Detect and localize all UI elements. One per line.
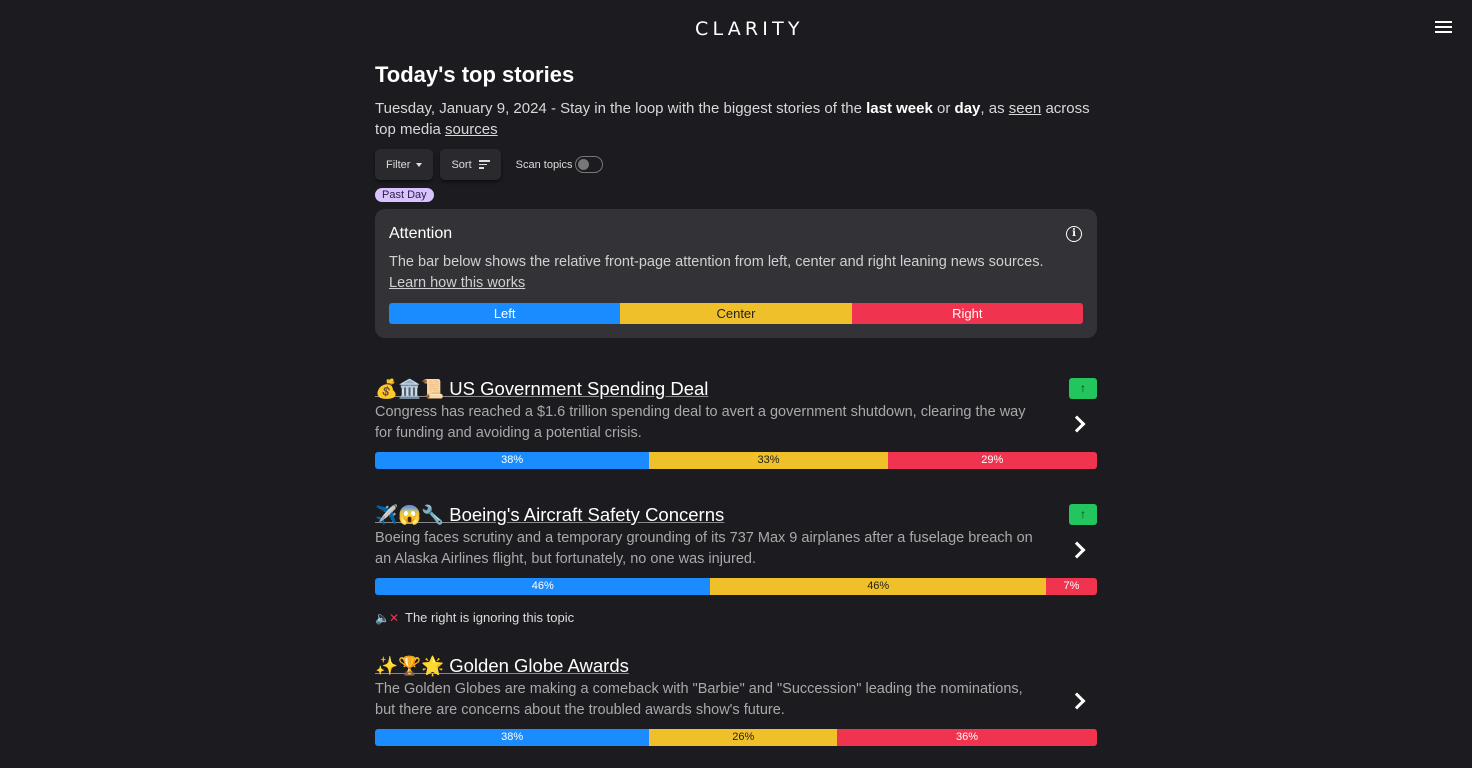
info-icon[interactable]: i: [1066, 226, 1082, 242]
story-title[interactable]: 💰🏛️📜 US Government Spending Deal: [375, 378, 708, 400]
sources-link[interactable]: sources: [445, 121, 498, 138]
attention-title: Attention: [389, 225, 453, 242]
story-item: ✈️😱🔧 Boeing's Aircraft Safety Concerns ↑ B…: [375, 504, 1097, 625]
trending-up-badge: ↑: [1069, 378, 1097, 399]
sort-label: Sort: [451, 158, 472, 171]
attention-description: The bar below shows the relative front-p…: [389, 252, 1083, 294]
main-content: Today's top stories Tuesday, January 9, …: [375, 62, 1097, 338]
left-coverage-segment: 38%: [375, 729, 650, 746]
attention-card: Attention i The bar below shows the rela…: [375, 209, 1097, 338]
ignored-notice-text: The right is ignoring this topic: [405, 610, 575, 625]
subtitle-text: , as: [980, 100, 1009, 117]
story-description: The Golden Globes are making a comeback …: [375, 681, 1023, 718]
controls-row: Filter Sort Scan topics: [375, 149, 1097, 180]
trending-up-badge: ↑: [1069, 504, 1097, 525]
chevron-right-icon[interactable]: [1068, 415, 1086, 433]
day-text: day: [954, 100, 981, 117]
chevron-right-icon[interactable]: [1068, 541, 1086, 559]
story-description: Boeing faces scrutiny and a temporary gr…: [375, 530, 1033, 567]
scan-topics-label: Scan topics: [515, 158, 573, 171]
center-segment: Center: [620, 303, 852, 324]
sort-button[interactable]: Sort: [440, 149, 501, 180]
right-segment: Right: [851, 303, 1083, 324]
logo[interactable]: CLARITY: [695, 18, 804, 40]
center-coverage-segment: 46%: [710, 578, 1046, 595]
right-coverage-segment: 29%: [887, 452, 1097, 469]
right-coverage-segment: 7%: [1045, 578, 1097, 595]
chevron-right-icon[interactable]: [1068, 692, 1086, 710]
sort-icon: [478, 160, 490, 169]
attention-text: The bar below shows the relative front-p…: [389, 254, 1044, 270]
page-title: Today's top stories: [375, 62, 575, 87]
coverage-bar: 38% 26% 36%: [375, 729, 1097, 746]
subtitle-text: or: [932, 100, 955, 117]
past-day-badge[interactable]: Past Day: [375, 188, 434, 202]
left-coverage-segment: 38%: [375, 452, 650, 469]
story-description: Congress has reached a $1.6 trillion spe…: [375, 404, 1026, 441]
ignored-notice: 🔈✕ The right is ignoring this topic: [375, 610, 1097, 625]
muted-speaker-icon: 🔈✕: [375, 610, 399, 625]
scan-topics-toggle[interactable]: [574, 156, 603, 173]
learn-how-link[interactable]: Learn how this works: [389, 275, 525, 291]
top-bar: CLARITY: [0, 0, 1472, 56]
story-item: ✨🏆🌟 Golden Globe Awards The Golden Globes…: [375, 655, 1097, 746]
seen-link[interactable]: seen: [1009, 100, 1042, 117]
attention-bar: Left Center Right: [389, 303, 1083, 324]
right-coverage-segment: 36%: [837, 729, 1097, 746]
filter-button[interactable]: Filter: [375, 149, 434, 180]
story-item: 💰🏛️📜 US Government Spending Deal ↑ Congres…: [375, 378, 1097, 469]
coverage-bar: 38% 33% 29%: [375, 452, 1097, 469]
subtitle-text: Tuesday, January 9, 2024 - Stay in the l…: [375, 100, 867, 117]
filter-label: Filter: [386, 158, 411, 171]
hamburger-menu-icon[interactable]: [1435, 21, 1452, 35]
story-title[interactable]: ✨🏆🌟 Golden Globe Awards: [375, 655, 629, 677]
caret-down-icon: [416, 162, 423, 167]
scan-topics: Scan topics: [516, 156, 603, 173]
center-coverage-segment: 26%: [649, 729, 838, 746]
left-coverage-segment: 46%: [375, 578, 711, 595]
coverage-bar: 46% 46% 7%: [375, 578, 1097, 595]
page-subtitle: Tuesday, January 9, 2024 - Stay in the l…: [375, 98, 1097, 140]
center-coverage-segment: 33%: [649, 452, 888, 469]
last-week-text: last week: [866, 100, 933, 117]
story-title[interactable]: ✈️😱🔧 Boeing's Aircraft Safety Concerns: [375, 504, 724, 526]
left-segment: Left: [389, 303, 621, 324]
